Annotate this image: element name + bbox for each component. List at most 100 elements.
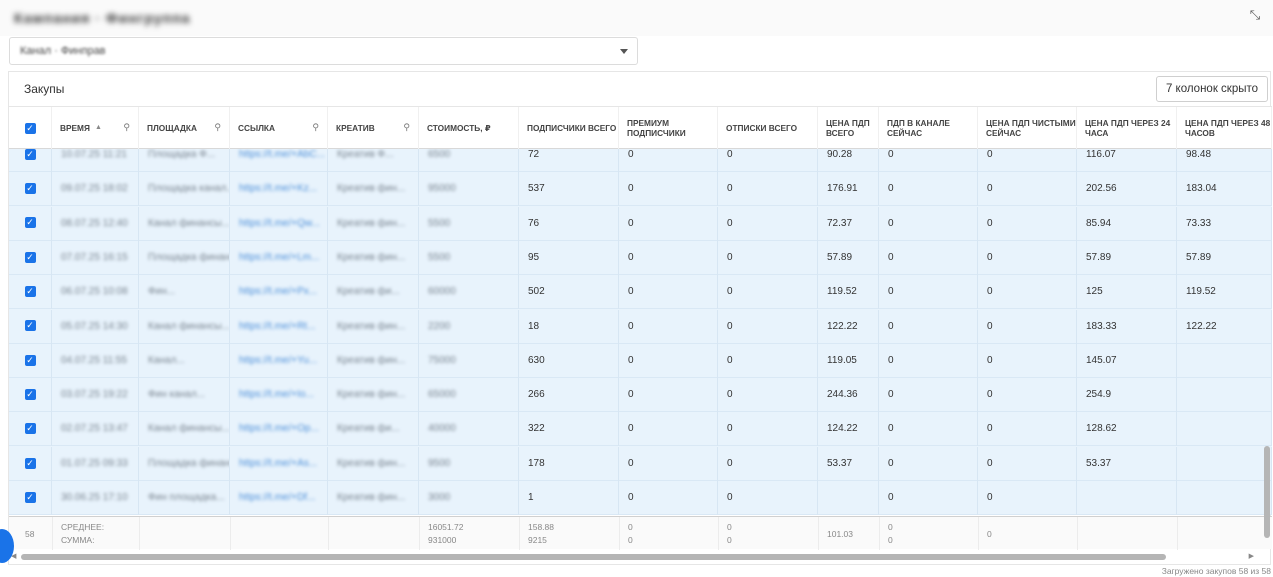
cell-cpf_24: 128.62 <box>1077 412 1177 447</box>
cell-value: Площадка финанс... <box>148 457 230 469</box>
footer-net: 0 <box>978 528 992 541</box>
cell-value: 0 <box>888 457 894 469</box>
cell-link[interactable]: https://t.me/+Qw... <box>230 206 328 241</box>
cell-value: 0 <box>888 423 894 435</box>
collapse-icon[interactable]: ⤡ <box>1247 7 1263 23</box>
cell-value: 0 <box>888 492 894 503</box>
cell-select[interactable]: ✓ <box>9 240 52 275</box>
row-checkbox[interactable]: ✓ <box>24 354 36 366</box>
cell-link[interactable]: https://t.me/+Rt... <box>230 309 328 344</box>
cell-link[interactable]: https://t.me/+Df... <box>230 481 328 515</box>
row-checkbox[interactable]: ✓ <box>24 217 36 229</box>
cell-select[interactable]: ✓ <box>9 206 52 241</box>
column-header-creative[interactable]: КРЕАТИВ ⚲ <box>328 107 419 149</box>
search-icon[interactable]: ⚲ <box>123 122 130 132</box>
search-icon[interactable]: ⚲ <box>403 122 410 132</box>
table-row[interactable]: ✓ 03.07.25 19:22 Фин канал... https://t.me/… <box>9 378 1272 413</box>
table-row[interactable]: ✓ 01.07.25 09:33 Площадка финанс... https:/… <box>9 446 1272 481</box>
column-header-cpf_net: ЦЕНА ПДП ЧИСТЫМИ СЕЙЧАС <box>978 107 1077 149</box>
row-checkbox[interactable]: ✓ <box>24 491 36 503</box>
footer-divider <box>818 517 819 550</box>
cell-link[interactable]: https://t.me/+As... <box>230 446 328 481</box>
footer-premium-line: 0 <box>628 535 633 545</box>
search-icon[interactable]: ⚲ <box>312 122 319 132</box>
table-row[interactable]: ✓ 10.07.25 11:21 Площадка Ф... https://t.me… <box>9 149 1272 172</box>
footer-labels-line: СУММА: <box>61 535 95 545</box>
footer-subs: 158.88 9215 <box>519 521 554 547</box>
cell-select[interactable]: ✓ <box>9 343 52 378</box>
cell-value: Креатив фин... <box>337 320 406 332</box>
cell-link[interactable]: https://t.me/+Lm... <box>230 240 328 275</box>
cell-select[interactable]: ✓ <box>9 412 52 447</box>
cell-creative: Креатив фи... <box>328 275 419 310</box>
column-header-time[interactable]: ВРЕМЯ ▲ ⚲ <box>52 107 139 149</box>
vertical-scrollbar[interactable] <box>1263 106 1271 544</box>
table-row[interactable]: ✓ 05.07.25 14:30 Канал финансы... https://t… <box>9 309 1272 344</box>
cell-platform: Площадка канал... <box>139 172 230 207</box>
cell-cpf_24: 183.33 <box>1077 309 1177 344</box>
cell-value: 9500 <box>428 457 451 469</box>
scroll-right-icon[interactable]: ▶ <box>1249 552 1254 560</box>
cell-value: 07.07.25 16:15 <box>61 251 128 263</box>
row-checkbox[interactable]: ✓ <box>24 149 36 160</box>
row-checkbox[interactable]: ✓ <box>24 183 36 195</box>
footer-cost: 16051.72 931000 <box>419 521 463 547</box>
cell-value: 183.04 <box>1186 183 1217 195</box>
cell-link[interactable]: https://t.me/+Yu... <box>230 343 328 378</box>
row-checkbox[interactable]: ✓ <box>24 320 36 332</box>
cell-select[interactable]: ✓ <box>9 309 52 344</box>
row-checkbox[interactable]: ✓ <box>24 388 36 400</box>
table-row[interactable]: ✓ 09.07.25 18:02 Площадка канал... https://… <box>9 172 1272 207</box>
cell-select[interactable]: ✓ <box>9 275 52 310</box>
table-row[interactable]: ✓ 30.06.25 17:10 Фин площадка... https://t.… <box>9 481 1272 515</box>
vertical-scroll-thumb[interactable] <box>1264 446 1270 538</box>
cell-value: 73.33 <box>1186 217 1212 229</box>
column-header-platform[interactable]: ПЛОЩАДКА ⚲ <box>139 107 230 149</box>
cell-link[interactable]: https://t.me/+Px... <box>230 275 328 310</box>
table-footer: 58 СРЕДНЕЕ: СУММА: 16051.72 931000 158.88 9215… <box>9 516 1272 550</box>
table-row[interactable]: ✓ 04.07.25 11:55 Канал... https://t.me/+Yu.… <box>9 343 1272 378</box>
cell-cpf_total: 244.36 <box>818 378 879 413</box>
column-label: ВРЕМЯ <box>60 123 90 133</box>
horizontal-scrollbar[interactable]: ◀ ▶ <box>9 551 1256 563</box>
cell-link[interactable]: https://t.me/+Io... <box>230 378 328 413</box>
row-checkbox[interactable]: ✓ <box>24 457 36 469</box>
cell-link[interactable]: https://t.me/+Kz... <box>230 172 328 207</box>
channel-select[interactable]: Канал · Финправ <box>9 37 638 65</box>
table-row[interactable]: ✓ 06.07.25 10:08 Фин... https://t.me/+Px...… <box>9 275 1272 310</box>
column-header-unsubs: ОТПИСКИ ВСЕГО <box>718 107 818 149</box>
window-title: Кампания · Фингруппа <box>14 10 191 26</box>
cell-subs_total: 1 <box>519 481 619 515</box>
cell-unsubs: 0 <box>718 149 818 172</box>
select-all-checkbox[interactable]: ✓ <box>24 122 36 134</box>
sort-icon[interactable]: ▲ <box>95 123 102 133</box>
table-row[interactable]: ✓ 08.07.25 12:40 Канал финансы... https://t… <box>9 206 1272 241</box>
cell-select[interactable]: ✓ <box>9 149 52 172</box>
cell-value: 0 <box>987 149 993 160</box>
column-label: ПОДПИСЧИКИ ВСЕГО <box>527 123 617 133</box>
cell-select[interactable]: ✓ <box>9 172 52 207</box>
cell-value: https://t.me/+Lm... <box>239 251 320 263</box>
cell-link[interactable]: https://t.me/+AbC... <box>230 149 328 172</box>
horizontal-scroll-thumb[interactable] <box>21 554 1166 560</box>
table-row[interactable]: ✓ 02.07.25 13:47 Канал финансы... https://t… <box>9 412 1272 447</box>
row-checkbox[interactable]: ✓ <box>24 286 36 298</box>
cell-cpf_total: 119.52 <box>818 275 879 310</box>
cell-link[interactable]: https://t.me/+Op... <box>230 412 328 447</box>
cell-value: 254.9 <box>1086 389 1112 401</box>
row-checkbox[interactable]: ✓ <box>24 423 36 435</box>
cell-select[interactable]: ✓ <box>9 481 52 515</box>
cell-value: 122.22 <box>827 320 858 332</box>
column-header-select[interactable]: ✓ <box>9 107 52 149</box>
cell-value: 0 <box>727 492 733 503</box>
cell-select[interactable]: ✓ <box>9 446 52 481</box>
search-icon[interactable]: ⚲ <box>214 122 221 132</box>
hidden-columns-button[interactable]: 7 колонок скрыто <box>1156 76 1268 102</box>
cell-value: 322 <box>528 423 545 435</box>
cell-select[interactable]: ✓ <box>9 378 52 413</box>
cell-cpf_net: 0 <box>978 309 1077 344</box>
table-row[interactable]: ✓ 07.07.25 16:15 Площадка финанс... https:/… <box>9 240 1272 275</box>
row-checkbox[interactable]: ✓ <box>24 251 36 263</box>
cell-pdp_now: 0 <box>879 412 978 447</box>
column-header-link[interactable]: ССЫЛКА ⚲ <box>230 107 328 149</box>
